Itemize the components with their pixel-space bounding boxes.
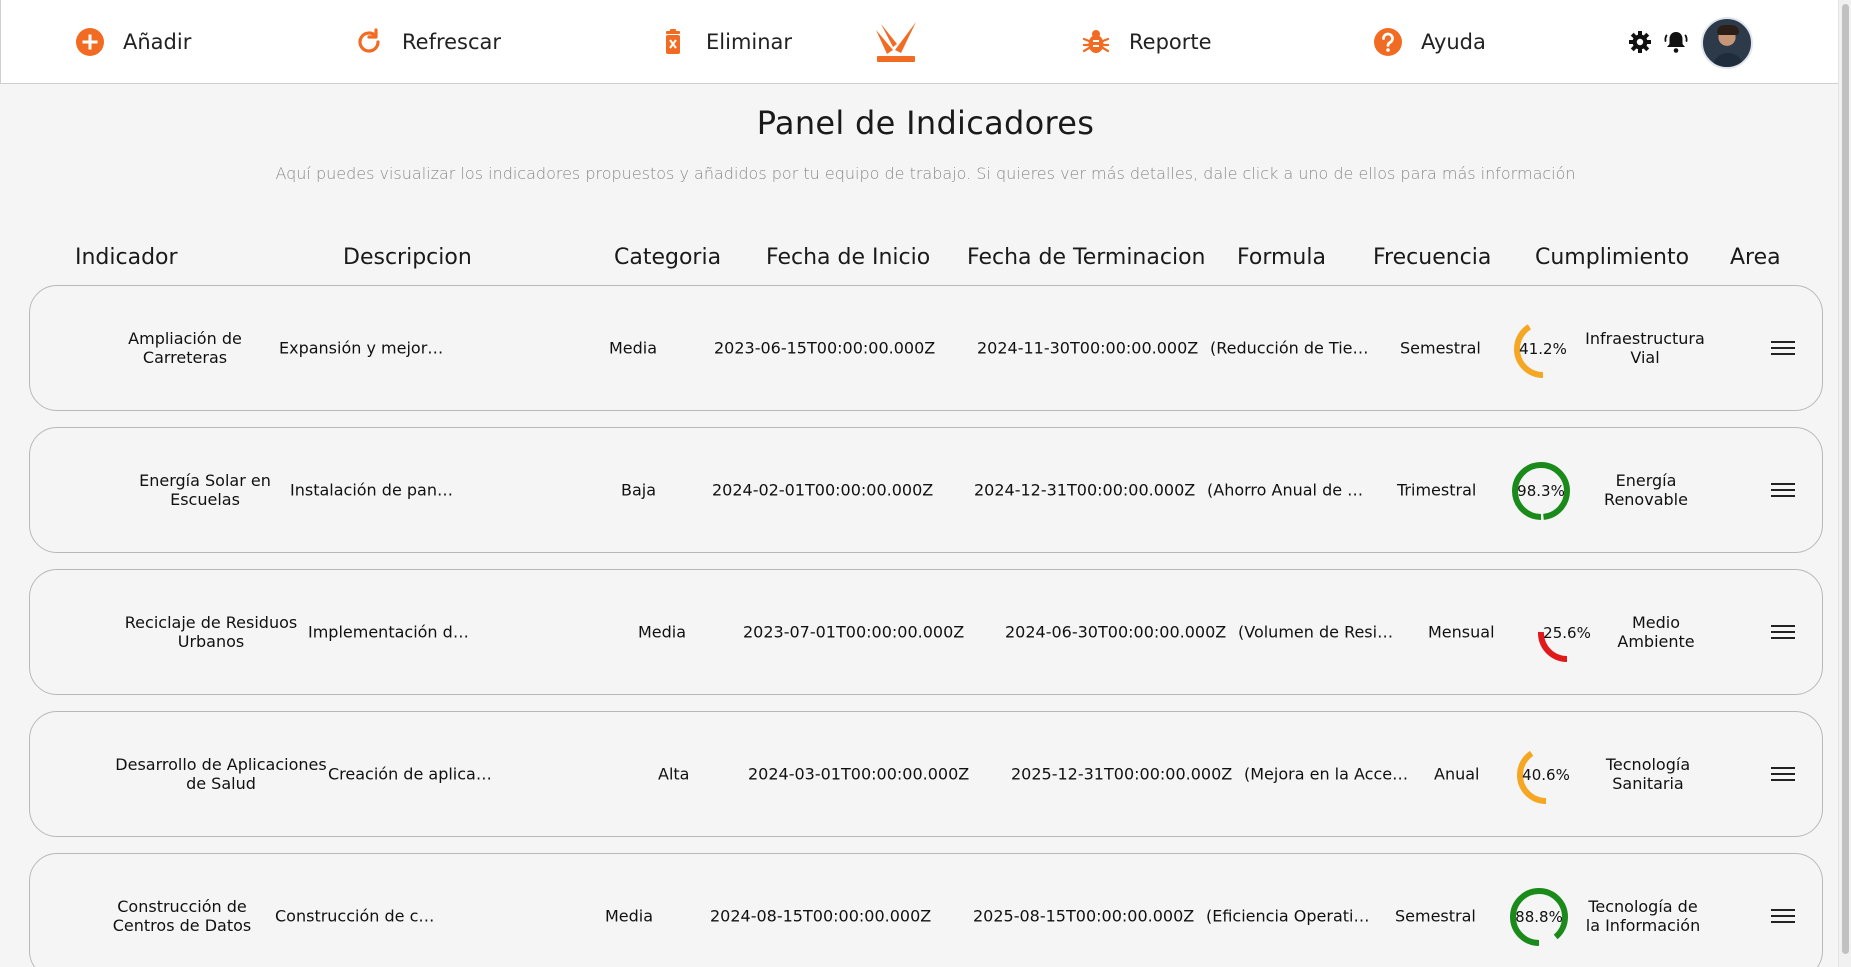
completion-percent: 88.8% [1515,908,1563,926]
page-subtitle: Aquí puedes visualizar los indicadores p… [275,164,1576,183]
cell-descripcion: Creación de aplica… [328,764,492,784]
cell-categoria: Media [605,906,654,926]
column-header-cumplimiento: Cumplimiento [1535,245,1690,270]
page-title: Panel de Indicadores [756,104,1095,142]
refresh-label: Refrescar [402,30,502,54]
column-header-area: Area [1730,245,1781,270]
cell-categoria: Media [609,338,658,358]
row-menu-icon[interactable] [1771,622,1795,642]
cell-frecuencia: Mensual [1428,622,1495,642]
cell-formula: (Reducción de Tie… [1210,338,1369,358]
cell-fecha-terminacion: 2025-12-31T00:00:00.000Z [1011,764,1233,784]
report-button[interactable]: Reporte [1079,22,1212,62]
column-header-fecha-terminacion: Fecha de Terminacion [967,245,1206,270]
row-menu-icon[interactable] [1771,338,1795,358]
completion-percent: 98.3% [1517,482,1565,500]
bug-icon [1079,25,1113,59]
cell-indicador: Ampliación de Carreteras [128,329,242,367]
cell-fecha-inicio: 2024-02-01T00:00:00.000Z [712,480,934,500]
cell-frecuencia: Semestral [1400,338,1481,358]
cell-categoria: Baja [621,480,657,500]
cell-fecha-terminacion: 2025-08-15T00:00:00.000Z [973,906,1195,926]
refresh-icon [352,25,386,59]
completion-gauge: 40.6% [1511,740,1581,810]
table-row[interactable]: Ampliación de Carreteras Expansión y mej… [29,285,1823,411]
trash-icon [656,25,690,59]
cell-frecuencia: Anual [1434,764,1480,784]
vertical-scrollbar[interactable] [1838,0,1851,967]
cell-descripcion: Expansión y mejor… [279,338,444,358]
delete-button[interactable]: Eliminar [656,22,792,62]
cell-area: Infraestructura Vial [1585,329,1705,367]
help-icon [1371,25,1405,59]
cell-fecha-inicio: 2023-06-15T00:00:00.000Z [714,338,936,358]
cell-formula: (Eficiencia Operati… [1206,906,1370,926]
table-row[interactable]: Energía Solar en Escuelas Instalación de… [29,427,1823,553]
cell-indicador: Construcción de Centros de Datos [112,897,252,935]
cell-frecuencia: Semestral [1395,906,1476,926]
completion-percent: 40.6% [1522,766,1570,784]
cell-descripcion: Construcción de c… [275,906,435,926]
settings-gear-icon[interactable] [1627,29,1653,55]
table-row[interactable]: Desarrollo de Aplicaciones de Salud Crea… [29,711,1823,837]
cell-indicador: Desarrollo de Aplicaciones de Salud [115,755,327,793]
cell-area: Tecnología de la Información [1585,897,1701,935]
refresh-button[interactable]: Refrescar [352,22,501,62]
cell-frecuencia: Trimestral [1397,480,1477,500]
delete-label: Eliminar [706,30,793,54]
completion-percent: 41.2% [1519,340,1567,358]
column-header-frecuencia: Frecuencia [1373,245,1492,270]
cell-fecha-terminacion: 2024-12-31T00:00:00.000Z [974,480,1196,500]
cell-fecha-inicio: 2024-03-01T00:00:00.000Z [748,764,970,784]
table-row[interactable]: Reciclaje de Residuos Urbanos Implementa… [29,569,1823,695]
top-toolbar: Añadir Refrescar Eliminar Reporte Ayuda [0,0,1851,84]
cell-fecha-terminacion: 2024-06-30T00:00:00.000Z [1005,622,1227,642]
brand-logo-icon [873,20,919,64]
cell-descripcion: Instalación de pan… [290,480,453,500]
column-header-formula: Formula [1237,245,1326,270]
completion-percent: 25.6% [1543,624,1591,642]
column-header-descripcion: Descripcion [343,245,472,270]
cell-formula: (Mejora en la Acce… [1244,764,1409,784]
column-header-indicador: Indicador [75,245,178,270]
cell-formula: (Volumen de Resi… [1238,622,1394,642]
cell-formula: (Ahorro Anual de … [1207,480,1364,500]
cell-area: Tecnología Sanitaria [1605,755,1691,793]
cell-area: Energía Renovable [1604,471,1688,509]
cell-fecha-inicio: 2024-08-15T00:00:00.000Z [710,906,932,926]
table-row[interactable]: Construcción de Centros de Datos Constru… [29,853,1823,967]
completion-gauge: 98.3% [1506,456,1576,526]
user-avatar[interactable] [1701,17,1753,69]
cell-categoria: Media [638,622,687,642]
cell-area: Medio Ambiente [1617,613,1695,651]
cell-indicador: Reciclaje de Residuos Urbanos [124,613,298,651]
column-header-categoria: Categoria [614,245,722,270]
add-button[interactable]: Añadir [73,22,191,62]
completion-gauge: 88.8% [1504,882,1574,952]
plus-circle-icon [73,25,107,59]
help-button[interactable]: Ayuda [1371,22,1486,62]
cell-categoria: Alta [658,764,690,784]
report-label: Reporte [1129,30,1212,54]
help-label: Ayuda [1421,30,1486,54]
row-menu-icon[interactable] [1771,480,1795,500]
cell-fecha-terminacion: 2024-11-30T00:00:00.000Z [977,338,1199,358]
completion-gauge: 25.6% [1532,598,1602,668]
column-header-fecha-inicio: Fecha de Inicio [766,245,931,270]
cell-indicador: Energía Solar en Escuelas [139,471,271,509]
add-label: Añadir [123,30,192,54]
cell-fecha-inicio: 2023-07-01T00:00:00.000Z [743,622,965,642]
row-menu-icon[interactable] [1771,906,1795,926]
completion-gauge: 41.2% [1508,314,1578,384]
cell-descripcion: Implementación d… [308,622,469,642]
notifications-bell-icon[interactable] [1663,29,1689,55]
row-menu-icon[interactable] [1771,764,1795,784]
